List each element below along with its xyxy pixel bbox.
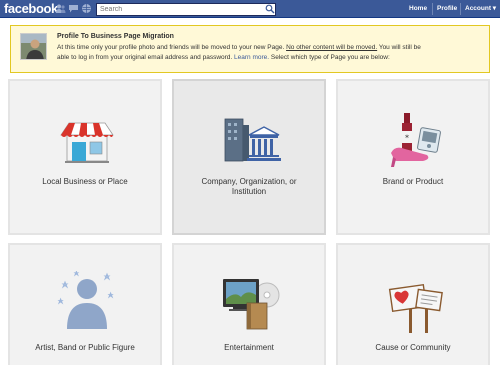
category-label: Brand or Product [382, 177, 444, 186]
notice-title: Profile To Business Page Migration [57, 33, 174, 40]
notice-emphasis: No other content will be moved. [286, 44, 378, 51]
svg-text:*: * [405, 134, 409, 143]
category-label: Artist, Band or Public Figure [35, 343, 135, 352]
protest-signs-icon [388, 283, 443, 333]
notice-text: At this time only your profile photo and… [57, 44, 287, 51]
notice-body: At this time only your profile photo and… [57, 43, 482, 63]
category-label: Cause or Community [375, 343, 451, 352]
category-tile-cause-community[interactable]: Cause or Community [336, 243, 490, 365]
page: { "topbar": { "logo": "facebook", "searc… [0, 0, 500, 365]
category-tile-artist-band[interactable]: Artist, Band or Public Figure [8, 243, 162, 365]
facebook-logo[interactable]: facebook [4, 0, 58, 17]
category-label: Institution [231, 187, 267, 196]
storefront-icon [60, 122, 114, 163]
top-navigation-bar: facebook Home Profile Account ▾ [0, 0, 500, 18]
search-icon[interactable] [265, 4, 275, 14]
nav-account[interactable]: Account ▾ [465, 0, 496, 18]
tv-film-book-icon [223, 279, 280, 330]
notifications-icon[interactable] [81, 3, 92, 14]
nav-home[interactable]: Home [409, 0, 427, 18]
avatar [20, 33, 47, 60]
person-silhouette-icon [57, 271, 114, 329]
learn-more-link[interactable]: Learn more. [234, 54, 269, 61]
notice-text: You will still be [377, 44, 421, 51]
category-tile-company[interactable]: Company, Organization, or Institution [172, 79, 326, 235]
office-buildings-icon [224, 118, 281, 162]
category-tile-local-business[interactable]: Local Business or Place [8, 79, 162, 235]
nav-divider [460, 3, 461, 15]
friend-requests-icon[interactable] [55, 3, 66, 14]
search-input[interactable] [96, 3, 276, 16]
messages-icon[interactable] [68, 3, 79, 14]
notice-text: able to log in from your original email … [57, 54, 235, 61]
category-tile-brand-product[interactable]: * Brand or Product [336, 79, 490, 235]
nav-profile[interactable]: Profile [437, 0, 457, 18]
migration-notice: Profile To Business Page Migration At th… [10, 25, 490, 73]
category-label: Entertainment [224, 343, 274, 352]
category-label: Company, Organization, or [201, 177, 297, 186]
wine-bottle-shoe-icon: * [391, 113, 441, 167]
notice-text: Select which type of Page you are below: [269, 54, 390, 61]
nav-divider [432, 3, 433, 15]
category-label: Local Business or Place [42, 177, 128, 186]
category-tile-entertainment[interactable]: Entertainment [172, 243, 326, 365]
